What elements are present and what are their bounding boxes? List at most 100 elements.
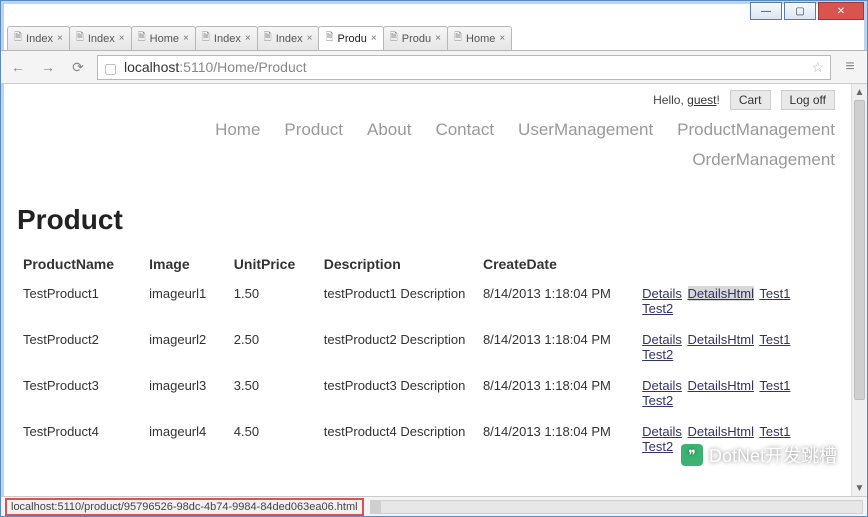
cell-productname: TestProduct1	[17, 278, 143, 324]
browser-tab[interactable]: 🗎 Index ×	[195, 26, 258, 50]
title-bar: — ▢ ✕	[1, 1, 867, 25]
window-maximize-button[interactable]: ▢	[784, 2, 816, 20]
nav-link[interactable]: Contact	[435, 120, 494, 140]
browser-tab[interactable]: 🗎Index×	[69, 26, 132, 50]
url-host: localhost	[124, 59, 179, 75]
hscroll-thumb[interactable]	[371, 501, 381, 513]
cell-actions: Details DetailsHtml Test1 Test2	[636, 278, 835, 324]
window-close-button[interactable]: ✕	[818, 2, 864, 20]
page-content: Hello, guest! Cart Log off Home Product Ab…	[1, 84, 851, 496]
tab-close-icon[interactable]: ×	[183, 33, 189, 44]
nav-link[interactable]: Home	[215, 120, 260, 140]
cell-createdate: 8/14/2013 1:18:04 PM	[477, 416, 636, 462]
tab-label: Home	[150, 33, 179, 45]
page-icon: 🗎	[264, 30, 272, 47]
tab-label: Index	[88, 33, 115, 45]
tab-close-icon[interactable]: ×	[245, 33, 251, 44]
user-link[interactable]: guest	[687, 93, 716, 107]
tab-close-icon[interactable]: ×	[119, 33, 125, 44]
page-viewport: Hello, guest! Cart Log off Home Product Ab…	[1, 84, 867, 496]
tab-close-icon[interactable]: ×	[499, 33, 505, 44]
scroll-thumb[interactable]	[854, 100, 865, 400]
horizontal-scrollbar[interactable]	[370, 500, 863, 514]
logoff-button[interactable]: Log off	[781, 90, 835, 110]
details-link[interactable]: Details	[642, 332, 682, 347]
scroll-up-arrow[interactable]: ▲	[852, 84, 867, 100]
column-header: CreateDate	[477, 250, 636, 278]
nav-link[interactable]: ProductManagement	[677, 120, 835, 140]
cell-productname: TestProduct4	[17, 416, 143, 462]
window-minimize-button[interactable]: —	[750, 2, 782, 20]
details-html-link[interactable]: DetailsHtml	[688, 332, 754, 347]
hello-text: Hello, guest!	[653, 93, 720, 107]
table-row: TestProduct3imageurl33.50testProduct3 De…	[17, 370, 835, 416]
column-header: ProductName	[17, 250, 143, 278]
cell-image: imageurl3	[143, 370, 228, 416]
column-header: UnitPrice	[228, 250, 318, 278]
details-link[interactable]: Details	[642, 424, 682, 439]
vertical-scrollbar[interactable]: ▲ ▼	[851, 84, 867, 496]
details-link[interactable]: Details	[642, 286, 682, 301]
test1-link[interactable]: Test1	[759, 332, 790, 347]
page-title: Product	[17, 204, 835, 236]
browser-tab[interactable]: 🗎Index×	[7, 26, 70, 50]
tab-label: Index	[276, 33, 303, 45]
nav-link[interactable]: About	[367, 120, 411, 140]
table-row: TestProduct4imageurl44.50testProduct4 De…	[17, 416, 835, 462]
details-html-link[interactable]: DetailsHtml	[688, 286, 754, 301]
product-table: ProductNameImageUnitPriceDescriptionCrea…	[17, 250, 835, 462]
forward-button[interactable]: →	[37, 56, 59, 78]
tab-close-icon[interactable]: ×	[57, 33, 63, 44]
column-header: Description	[318, 250, 477, 278]
tab-strip: 🗎Index×🗎Index×🗎Home×🗎Index×🗎Index×🗎Produ…	[1, 25, 867, 51]
scroll-down-arrow[interactable]: ▼	[852, 480, 867, 496]
test2-link[interactable]: Test2	[642, 393, 673, 408]
details-html-link[interactable]: DetailsHtml	[688, 378, 754, 393]
browser-tab[interactable]: 🗎Home×	[447, 26, 512, 50]
test2-link[interactable]: Test2	[642, 347, 673, 362]
table-row: TestProduct2imageurl22.50testProduct2 De…	[17, 324, 835, 370]
test2-link[interactable]: Test2	[642, 301, 673, 316]
cell-description: testProduct3 Description	[318, 370, 477, 416]
browser-tab[interactable]: 🗎Produ×	[383, 26, 448, 50]
tab-close-icon[interactable]: ×	[435, 33, 441, 44]
nav-link[interactable]: UserManagement	[518, 120, 653, 140]
details-html-link[interactable]: DetailsHtml	[688, 424, 754, 439]
bookmark-star-icon[interactable]: ☆	[811, 59, 824, 76]
tab-label: Index	[214, 33, 241, 45]
test1-link[interactable]: Test1	[759, 378, 790, 393]
cell-createdate: 8/14/2013 1:18:04 PM	[477, 324, 636, 370]
cell-actions: Details DetailsHtml Test1 Test2	[636, 370, 835, 416]
nav-link[interactable]: Product	[284, 120, 343, 140]
nav-link[interactable]: OrderManagement	[692, 150, 835, 170]
status-bar: localhost:5110/product/95796526-98dc-4b7…	[1, 496, 867, 516]
cart-button[interactable]: Cart	[730, 90, 771, 110]
back-button[interactable]: ←	[7, 56, 29, 78]
cell-description: testProduct1 Description	[318, 278, 477, 324]
url-input[interactable]: ▢ localhost:5110/Home/Product ☆	[97, 55, 831, 80]
tab-close-icon[interactable]: ×	[371, 33, 377, 44]
cell-unitprice: 1.50	[228, 278, 318, 324]
test1-link[interactable]: Test1	[759, 286, 790, 301]
page-icon: 🗎	[14, 30, 22, 47]
browser-tab[interactable]: 🗎 Produ ×	[318, 26, 383, 50]
cell-description: testProduct4 Description	[318, 416, 477, 462]
page-icon: 🗎	[138, 30, 146, 47]
browser-tab[interactable]: 🗎 Home ×	[131, 26, 196, 50]
tab-label: Produ	[338, 33, 367, 45]
main-nav-row2: OrderManagement	[17, 146, 835, 176]
details-link[interactable]: Details	[642, 378, 682, 393]
tab-close-icon[interactable]: ×	[307, 33, 313, 44]
page-icon: 🗎	[202, 30, 210, 47]
test2-link[interactable]: Test2	[642, 439, 673, 454]
browser-tab[interactable]: 🗎 Index ×	[257, 26, 320, 50]
cell-unitprice: 2.50	[228, 324, 318, 370]
test1-link[interactable]: Test1	[759, 424, 790, 439]
chrome-menu-button[interactable]: ≡	[839, 56, 861, 78]
cell-image: imageurl1	[143, 278, 228, 324]
reload-button[interactable]: ⟳	[67, 56, 89, 78]
page-icon: 🗎	[325, 30, 333, 47]
address-bar: ← → ⟳ ▢ localhost:5110/Home/Product ☆ ≡	[1, 51, 867, 84]
cell-image: imageurl4	[143, 416, 228, 462]
page-icon: 🗎	[390, 30, 398, 47]
